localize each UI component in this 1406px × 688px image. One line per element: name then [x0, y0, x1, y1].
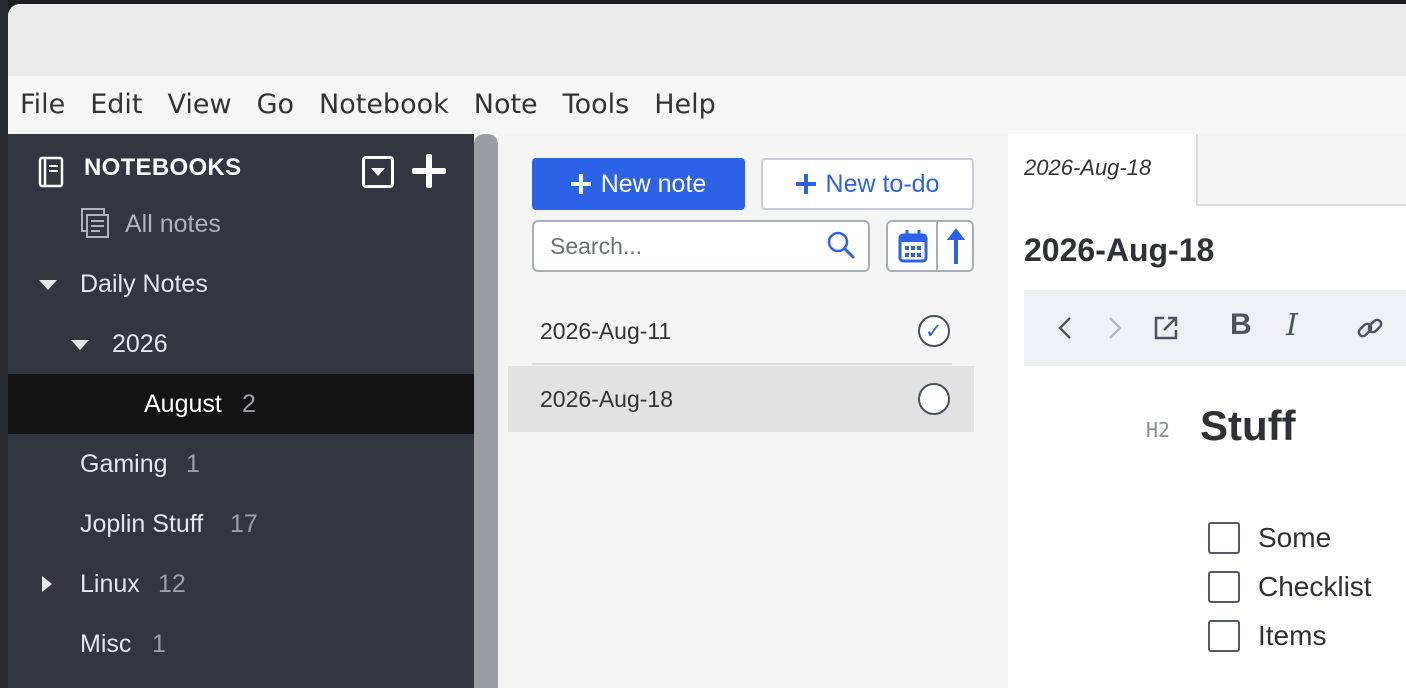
- sidebar-item-linux[interactable]: Linux 12: [8, 554, 474, 614]
- notebook-label: Daily Notes: [80, 270, 208, 298]
- notebook-dropdown-icon[interactable]: [362, 156, 394, 188]
- tab-label: 2026-Aug-18: [1024, 155, 1152, 180]
- calendar-sort-icon[interactable]: [898, 229, 928, 263]
- editor-tab-bar: 2026-Aug-18: [1008, 134, 1406, 206]
- search-icon[interactable]: [826, 230, 856, 260]
- checklist-checkbox[interactable]: [1208, 571, 1240, 603]
- todo-checkbox-checked[interactable]: ✓: [918, 315, 950, 347]
- note-editor: 2026-Aug-18 2026-Aug-18 B I H2 Stuff Som…: [998, 134, 1406, 688]
- note-list-panel: New note New to-do Search... 2026-Aug-11…: [508, 134, 998, 688]
- menu-edit[interactable]: Edit: [90, 76, 142, 134]
- content-heading: Stuff: [1200, 402, 1296, 449]
- app-window: File Edit View Go Notebook Note Tools He…: [8, 4, 1406, 688]
- sidebar-item-august[interactable]: August 2: [8, 374, 474, 434]
- new-note-button[interactable]: New note: [532, 158, 745, 210]
- notebook-count: 1: [152, 630, 166, 658]
- tab-note[interactable]: 2026-Aug-18: [1008, 134, 1198, 206]
- note-title-field[interactable]: 2026-Aug-18: [1024, 232, 1214, 269]
- checkmark-icon: ✓: [925, 320, 943, 343]
- notebook-label: 2026: [112, 330, 168, 358]
- new-todo-button[interactable]: New to-do: [761, 158, 974, 210]
- title-bar[interactable]: [8, 4, 1406, 76]
- expand-caret-icon[interactable]: [39, 280, 57, 290]
- back-icon[interactable]: [1050, 312, 1082, 344]
- plus-icon: [795, 174, 816, 194]
- all-notes-icon: [81, 208, 109, 238]
- sort-controls: [886, 220, 974, 272]
- sidebar-scrollbar[interactable]: [474, 134, 498, 688]
- checklist-label: Items: [1258, 620, 1327, 651]
- search-input[interactable]: Search...: [532, 220, 870, 272]
- sidebar-item-joplin-stuff[interactable]: Joplin Stuff 17: [8, 494, 474, 554]
- italic-button[interactable]: I: [1286, 308, 1298, 343]
- note-title: 2026-Aug-11: [540, 318, 672, 344]
- notebooks-sidebar: NOTEBOOKS All notes Daily Notes 2026 Aug…: [8, 134, 474, 688]
- new-note-label: New note: [600, 169, 707, 198]
- todo-checkbox[interactable]: [918, 383, 950, 415]
- link-icon[interactable]: [1354, 312, 1386, 344]
- notebook-count: 17: [230, 510, 258, 538]
- notebook-label: Misc: [80, 630, 132, 658]
- forward-icon[interactable]: [1098, 312, 1130, 344]
- notebook-label: Joplin Stuff: [80, 510, 204, 538]
- note-list-item[interactable]: 2026-Aug-11 ✓: [508, 298, 974, 364]
- panel-divider[interactable]: [998, 134, 1008, 688]
- menu-notebook[interactable]: Notebook: [319, 76, 449, 134]
- sidebar-item-daily-notes[interactable]: Daily Notes: [8, 254, 474, 314]
- note-list-item-selected[interactable]: 2026-Aug-18: [508, 366, 974, 432]
- menu-tools[interactable]: Tools: [563, 76, 630, 134]
- menu-go[interactable]: Go: [257, 76, 294, 134]
- notebook-label: August: [144, 390, 222, 418]
- menu-file[interactable]: File: [20, 76, 65, 134]
- sort-direction-arrow-icon[interactable]: [944, 228, 968, 266]
- new-todo-label: New to-do: [825, 169, 940, 198]
- external-edit-icon[interactable]: [1150, 312, 1182, 344]
- sidebar-title: NOTEBOOKS: [84, 154, 242, 181]
- checklist-label: Some: [1258, 522, 1332, 553]
- bold-button[interactable]: B: [1230, 308, 1252, 342]
- notebook-count: 1: [186, 450, 200, 478]
- notebook-count: 12: [158, 570, 186, 598]
- checklist-checkbox[interactable]: [1208, 522, 1240, 554]
- menu-view[interactable]: View: [167, 76, 231, 134]
- sort-divider: [936, 222, 938, 270]
- checklist-checkbox[interactable]: [1208, 620, 1240, 652]
- menu-bar: File Edit View Go Notebook Note Tools He…: [8, 76, 1406, 134]
- desktop-background-left: [0, 0, 8, 688]
- menu-help[interactable]: Help: [654, 76, 716, 134]
- add-notebook-icon[interactable]: [412, 154, 446, 188]
- note-divider: [532, 363, 952, 365]
- notebook-icon: [38, 156, 64, 188]
- sidebar-item-misc[interactable]: Misc 1: [8, 614, 474, 674]
- sidebar-item-2026[interactable]: 2026: [8, 314, 474, 374]
- sidebar-item-gaming[interactable]: Gaming 1: [8, 434, 474, 494]
- expand-caret-icon[interactable]: [71, 340, 89, 350]
- menu-note[interactable]: Note: [474, 76, 538, 134]
- notebook-count: 2: [242, 390, 256, 418]
- all-notes-label: All notes: [125, 210, 221, 238]
- editor-toolbar: B I: [1024, 290, 1406, 366]
- checklist-label: Checklist: [1258, 571, 1372, 602]
- notebook-label: Linux: [80, 570, 140, 598]
- notebook-label: Gaming: [80, 450, 168, 478]
- plus-icon: [570, 174, 591, 194]
- collapse-caret-icon[interactable]: [42, 576, 52, 592]
- sidebar-item-all-notes[interactable]: All notes: [8, 194, 474, 254]
- sidebar-gutter: [498, 134, 508, 688]
- note-title: 2026-Aug-18: [540, 386, 673, 412]
- heading-level-tag: H2: [1146, 418, 1171, 442]
